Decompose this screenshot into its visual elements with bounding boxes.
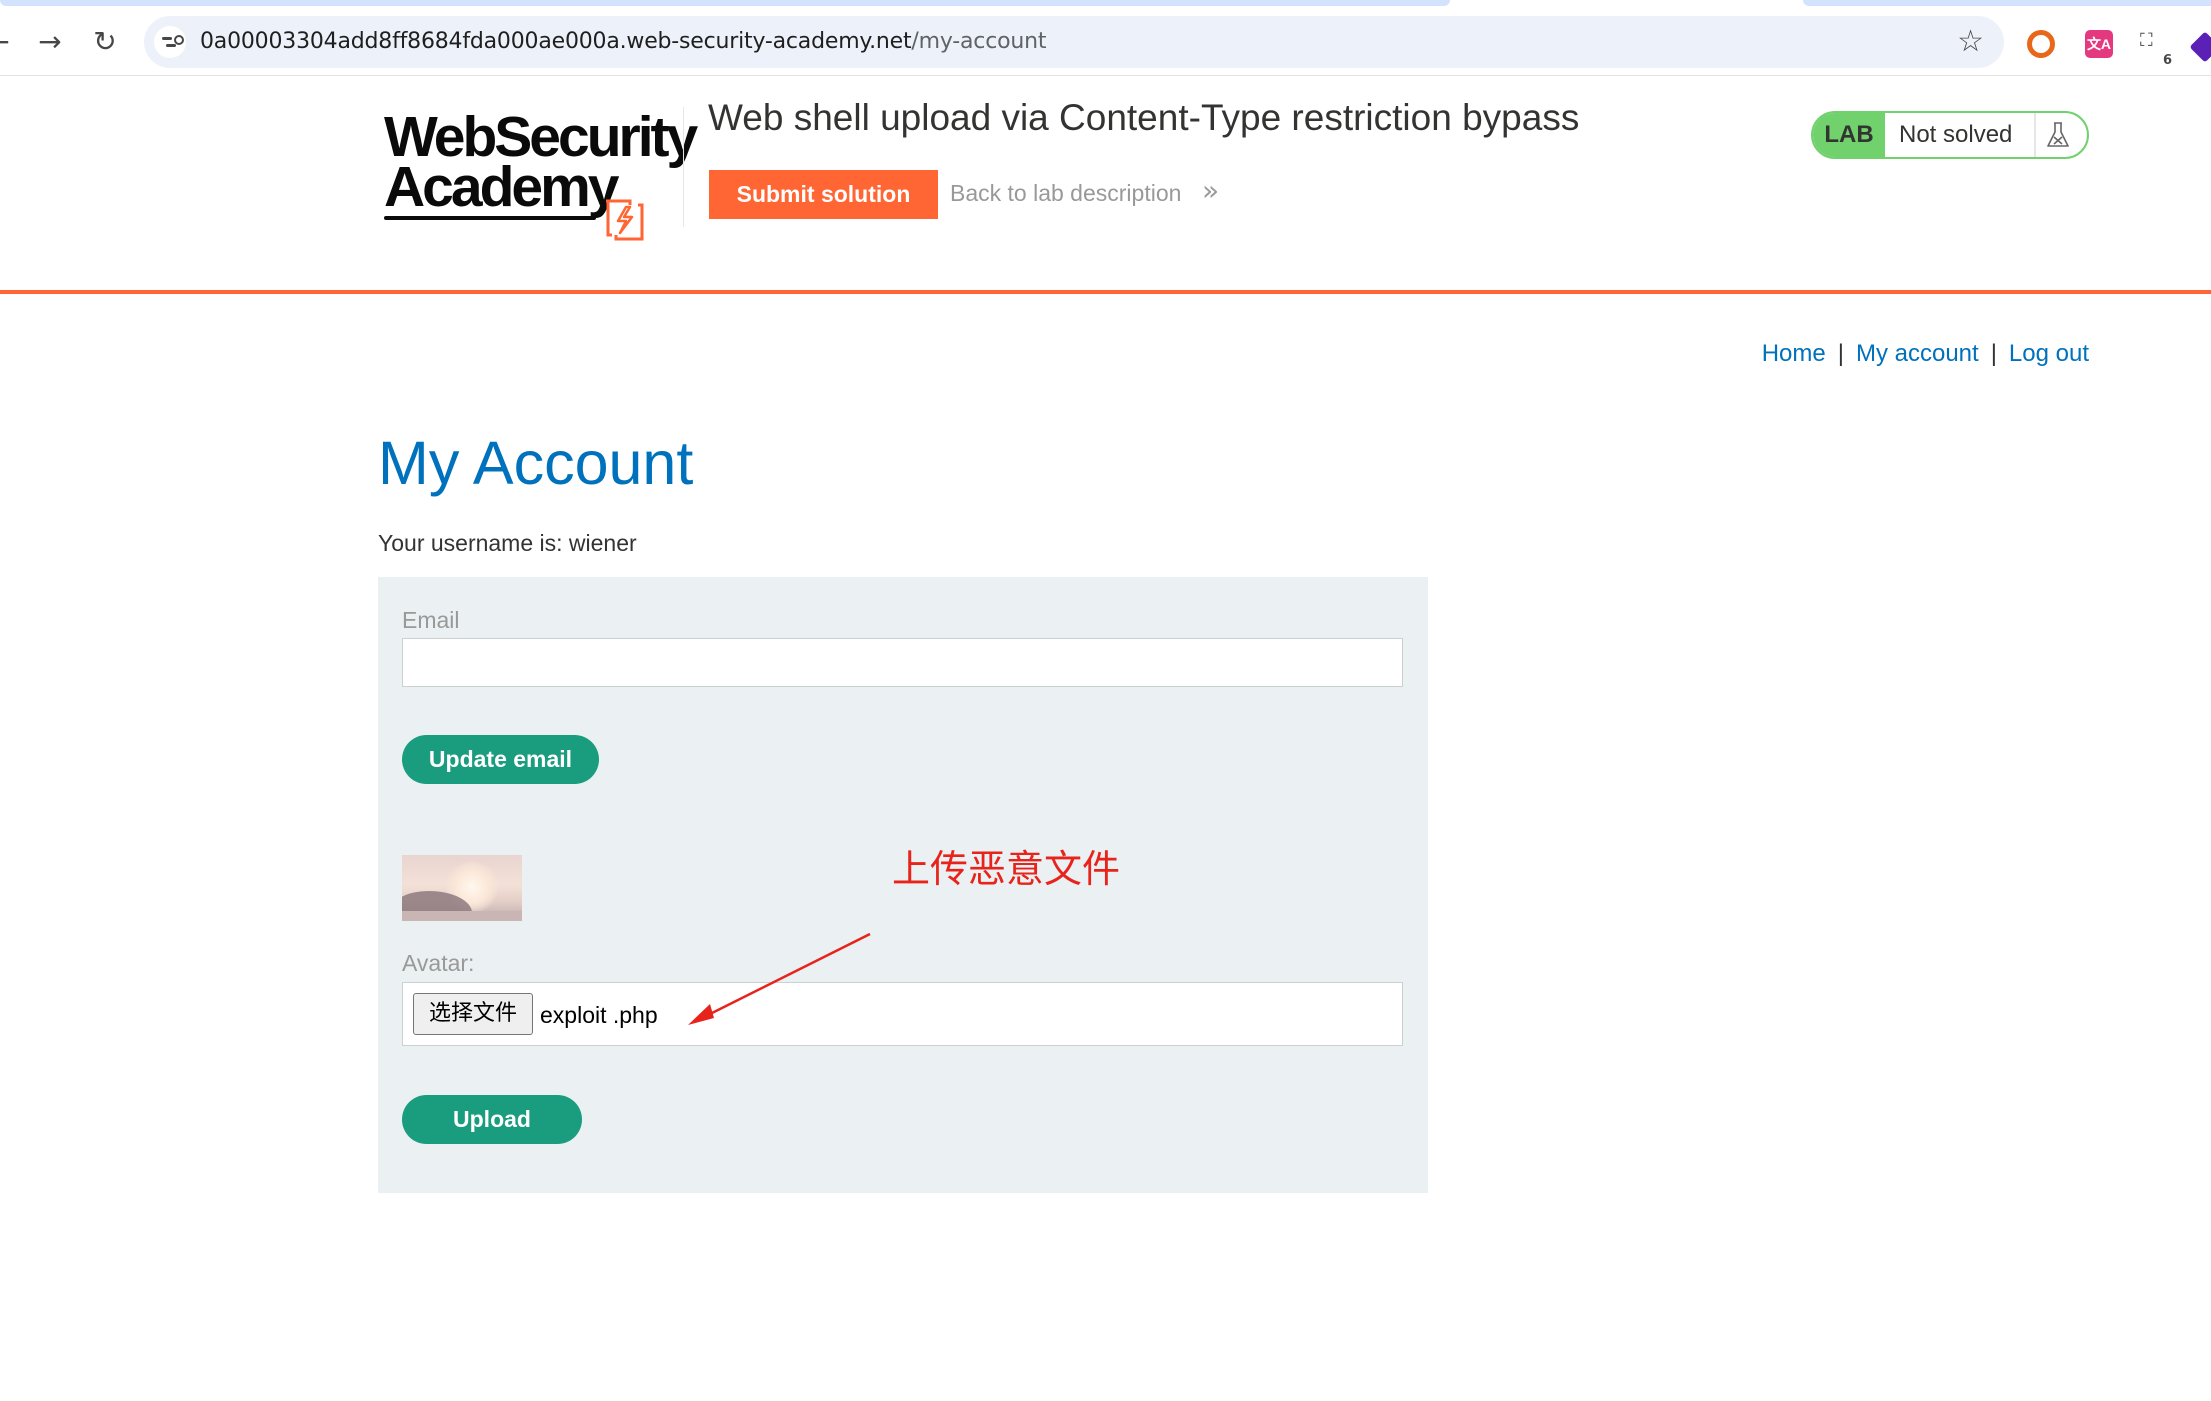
avatar-ground — [402, 911, 522, 921]
url-path: /my-account — [911, 29, 1047, 54]
update-email-button[interactable]: Update email — [402, 735, 599, 784]
lab-status-text: Not solved — [1899, 121, 2013, 148]
annotation-arrow-icon — [688, 932, 871, 1025]
choose-file-button[interactable]: 选择文件 — [413, 993, 533, 1035]
page-title: My Account — [378, 429, 694, 497]
annotation-label: 上传恶意文件 — [892, 847, 1121, 891]
lab-status-widget: LAB Not solved — [1811, 111, 2089, 159]
email-label: Email — [402, 607, 460, 633]
nav-home-link[interactable]: Home — [1762, 340, 1826, 367]
extension-badge: 6 — [2162, 53, 2172, 68]
double-chevron-right-icon[interactable]: » — [1202, 174, 1219, 207]
nav-separator: | — [1837, 340, 1844, 367]
browser-toolbar: ← → ↻ 0a00003304add8ff8684fda000ae000a.w… — [0, 6, 2211, 76]
bookmark-star-icon[interactable]: ☆ — [1957, 24, 1984, 60]
lab-header: WebSecurity Academy Web shell upload via… — [0, 77, 2211, 292]
username-text: Your username is: wiener — [378, 530, 637, 556]
top-nav: Home | My account | Log out — [1762, 340, 2089, 368]
chosen-file-name: exploit .php — [540, 1002, 658, 1028]
avatar-image — [402, 855, 522, 921]
extension-capture-icon[interactable]: ⛶ 6 — [2140, 30, 2172, 68]
nav-separator: | — [1990, 340, 1997, 367]
email-field[interactable] — [402, 638, 1403, 687]
avatar-label: Avatar: — [402, 950, 475, 976]
forward-arrow-icon[interactable]: → — [30, 22, 70, 62]
nav-log-out-link[interactable]: Log out — [2009, 340, 2089, 367]
logo-bolt-icon — [606, 199, 644, 241]
back-to-lab-description-link[interactable]: Back to lab description — [950, 180, 1181, 207]
status-separator — [2034, 113, 2036, 157]
logo-underline — [384, 216, 596, 220]
url-text[interactable]: 0a00003304add8ff8684fda000ae000a.web-sec… — [200, 29, 1046, 54]
flask-icon — [2047, 122, 2069, 147]
address-bar[interactable]: 0a00003304add8ff8684fda000ae000a.web-sec… — [144, 16, 2004, 68]
nav-my-account-link[interactable]: My account — [1856, 340, 1979, 367]
logo-line2: Academy — [384, 155, 619, 219]
upload-button[interactable]: Upload — [402, 1095, 582, 1144]
reload-icon[interactable]: ↻ — [85, 22, 125, 62]
extension-purple-icon[interactable] — [2189, 31, 2211, 63]
url-host: 0a00003304add8ff8684fda000ae000a.web-sec… — [200, 29, 912, 54]
extension-ring-icon[interactable] — [2027, 30, 2055, 58]
lab-title: Web shell upload via Content-Type restri… — [708, 97, 1580, 138]
lab-badge: LAB — [1813, 113, 1885, 157]
submit-solution-button[interactable]: Submit solution — [709, 170, 938, 219]
header-divider — [683, 107, 684, 227]
site-info-icon[interactable] — [154, 26, 186, 58]
web-security-academy-logo[interactable]: WebSecurity Academy — [380, 107, 698, 241]
avatar-file-input[interactable]: 选择文件 exploit .php — [402, 982, 1403, 1046]
header-rule — [0, 290, 2211, 294]
back-arrow-icon[interactable]: ← — [0, 22, 18, 62]
extension-translate-icon[interactable]: 文A — [2085, 30, 2113, 58]
